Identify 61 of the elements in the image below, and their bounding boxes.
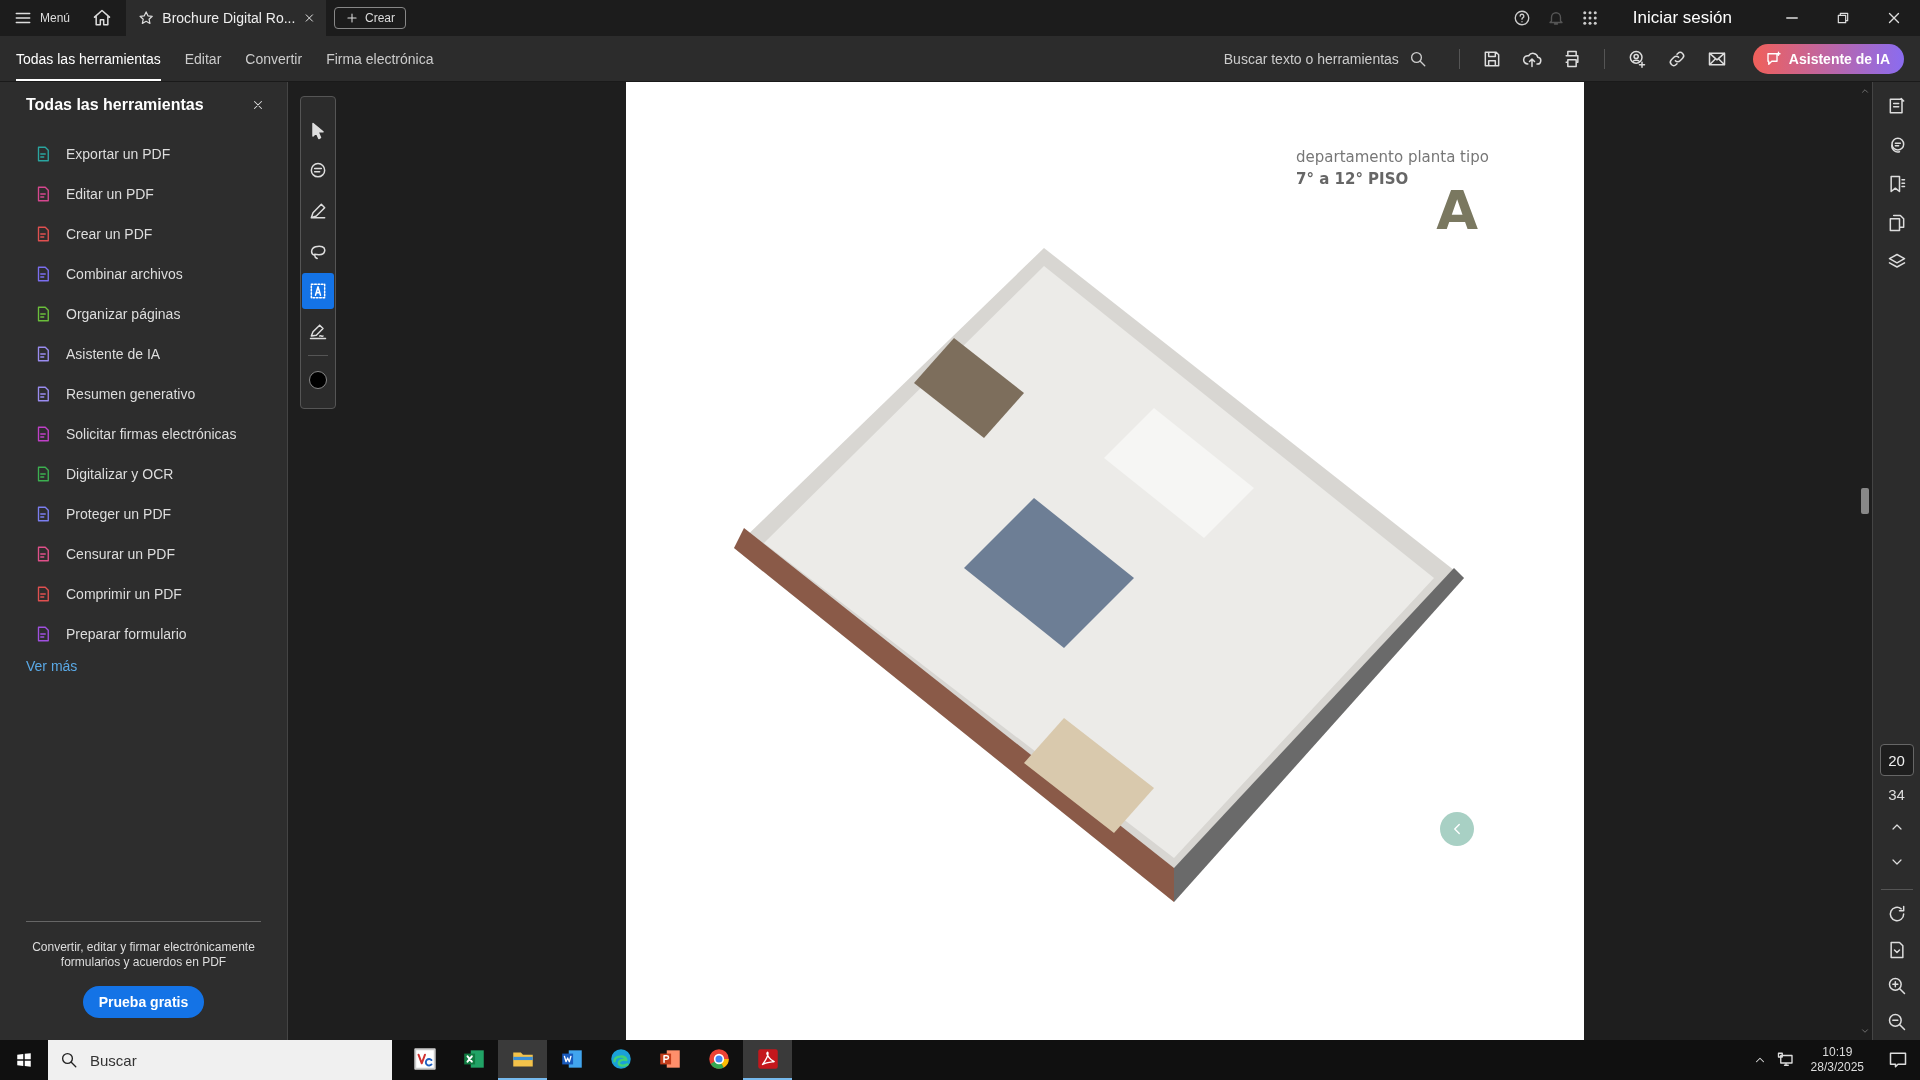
- tool-list-item[interactable]: Proteger un PDF: [26, 494, 266, 534]
- scroll-down-icon[interactable]: [1860, 1026, 1870, 1036]
- floor-range: 7° a 12° PISO: [1296, 170, 1409, 188]
- tool-list-item[interactable]: Editar un PDF: [26, 174, 266, 214]
- ai-assistant-button[interactable]: Asistente de IA: [1752, 43, 1904, 74]
- tool-list-item[interactable]: Solicitar firmas electrónicas: [26, 414, 266, 454]
- toolbar-tab[interactable]: Convertir: [245, 36, 303, 81]
- zoom-out-icon[interactable]: [1886, 1012, 1907, 1032]
- tool-list-item[interactable]: Crear un PDF: [26, 214, 266, 254]
- tool-list-item[interactable]: Censurar un PDF: [26, 534, 266, 574]
- page-number-field[interactable]: 20: [1879, 744, 1914, 776]
- pen-icon: [308, 201, 328, 221]
- tab-title: Brochure Digital Ro...: [162, 10, 296, 26]
- close-icon[interactable]: [251, 98, 265, 112]
- clock-time: 10:19: [1822, 1045, 1853, 1060]
- plan-subtitle: departamento planta tipo: [1296, 148, 1490, 166]
- tool-list-item[interactable]: Preparar formulario: [26, 614, 266, 654]
- menu-button[interactable]: Menú: [0, 0, 85, 36]
- taskbar-app-button[interactable]: [743, 1040, 792, 1080]
- search-icon: [1408, 49, 1427, 68]
- tool-list-item[interactable]: Asistente de IA: [26, 334, 266, 374]
- home-icon[interactable]: [92, 8, 113, 28]
- tool-list-item[interactable]: Comprimir un PDF: [26, 574, 266, 614]
- plus-icon: [345, 11, 360, 25]
- taskbar-search-field[interactable]: Buscar: [48, 1040, 392, 1080]
- clock-date: 28/3/2025: [1810, 1060, 1864, 1075]
- windows-start-icon[interactable]: [15, 1051, 33, 1069]
- signature-pen-icon: [308, 321, 328, 341]
- page-total: 34: [1888, 786, 1905, 803]
- search-tools-button[interactable]: Buscar texto o herramientas: [1217, 36, 1433, 81]
- scrollbar-thumb[interactable]: [1861, 488, 1869, 514]
- vnc-app-icon: [411, 1046, 438, 1072]
- tool-list-item[interactable]: Organizar páginas: [26, 294, 266, 334]
- text-select-icon: [308, 281, 328, 301]
- tool-list-item[interactable]: Digitalizar y OCR: [26, 454, 266, 494]
- apps-grid-icon[interactable]: [1580, 9, 1599, 27]
- sign-in-button[interactable]: Iniciar sesión: [1626, 7, 1738, 29]
- link-icon[interactable]: [1666, 48, 1687, 69]
- text-select-tool-button[interactable]: [302, 273, 334, 309]
- network-monitor-icon[interactable]: [1776, 1051, 1795, 1069]
- toolbar-tab[interactable]: Editar: [184, 36, 222, 81]
- taskbar-clock[interactable]: 10:19 28/3/2025: [1810, 1045, 1864, 1075]
- chat-sparkle-icon: [1764, 49, 1783, 68]
- help-icon[interactable]: [1512, 9, 1531, 27]
- promo-text: Convertir, editar y firmar electrónicamente formularios y acuerdos en PDF: [31, 940, 256, 970]
- tool-list-item[interactable]: Combinar archivos: [26, 254, 266, 294]
- restore-icon[interactable]: [1835, 10, 1851, 26]
- unit-letter: A: [1436, 184, 1478, 238]
- create-button[interactable]: Crear: [334, 7, 407, 29]
- tool-list-item[interactable]: Exportar un PDF: [26, 134, 266, 174]
- document-tab[interactable]: Brochure Digital Ro...: [126, 0, 327, 36]
- toolbar-tab[interactable]: Firma electrónica: [326, 36, 434, 81]
- taskbar-app-button[interactable]: [498, 1040, 547, 1080]
- search-icon: [60, 1051, 78, 1069]
- tool-list-item[interactable]: Resumen generativo: [26, 374, 266, 414]
- see-more-link[interactable]: Ver más: [26, 656, 78, 676]
- free-trial-button[interactable]: Prueba gratis: [82, 986, 205, 1018]
- notifications-icon[interactable]: [1888, 1050, 1908, 1070]
- star-icon[interactable]: [138, 9, 155, 27]
- zoom-in-icon[interactable]: [1886, 976, 1907, 996]
- panel-title: Todas las herramientas: [26, 96, 204, 114]
